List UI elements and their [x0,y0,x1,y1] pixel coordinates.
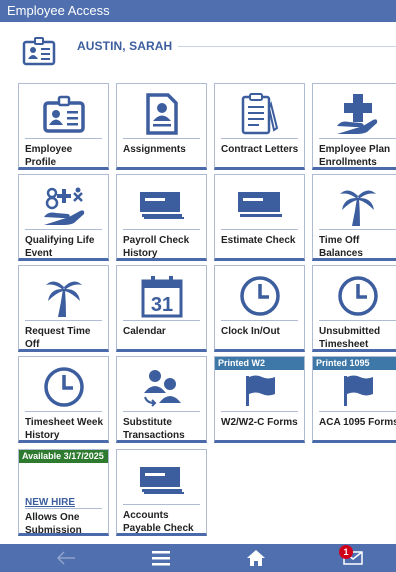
bottom-nav: 1 [0,544,396,572]
status-banner: Available 3/17/2025 [19,450,108,463]
header-rule [178,46,396,47]
tile-payroll-check-history[interactable]: Payroll Check History [116,174,207,261]
check-icon [215,181,304,229]
tile-aca-1095-forms[interactable]: Printed 1095 ACA 1095 Forms [312,356,396,443]
tile-label: Unsubmitted Timesheet Weeks [319,326,381,350]
calendar-day: 31 [150,294,172,316]
user-header: AUSTIN, SARAH [0,24,396,74]
tile-label: Calendar [123,326,166,337]
tile-label: Employee Profile [25,144,73,168]
flag-icon [215,371,304,411]
tile-request-time-off[interactable]: Request Time Off [18,265,109,352]
tile-label: Allows One Submission [25,512,82,536]
tile-label: Employee Plan Enrollments [319,144,391,168]
document-person-icon [117,90,206,138]
id-badge-icon [19,90,108,138]
clock-icon [215,272,304,320]
tile-label: Assignments [123,144,186,155]
user-name: AUSTIN, SARAH [77,39,173,53]
id-card-icon [22,36,56,66]
app-title-bar: Employee Access [0,0,396,22]
palm-tree-icon [313,181,396,229]
tile-contract-letters[interactable]: Contract Letters [214,83,305,170]
tile-estimate-check[interactable]: Estimate Check [214,174,305,261]
flag-icon [313,371,396,411]
tile-unsubmitted-timesheet-weeks[interactable]: Unsubmitted Timesheet Weeks [312,265,396,352]
tile-timesheet-week-history[interactable]: Timesheet Week History [18,356,109,443]
tile-new-hire[interactable]: Available 3/17/2025 NEW HIRE Allows One … [18,449,109,536]
tile-label: Contract Letters [221,144,299,155]
menu-icon[interactable] [149,548,173,568]
tile-label: Time Off Balances [319,235,363,259]
home-icon[interactable] [244,548,268,568]
tile-label: Request Time Off [25,326,91,350]
tile-employee-profile[interactable]: Employee Profile [18,83,109,170]
palm-tree-icon [19,272,108,320]
family-hand-icon [19,181,108,229]
new-hire-link[interactable]: NEW HIRE [25,497,75,508]
tile-label: Timesheet Week History [25,417,104,441]
clipboard-icon [215,90,304,138]
tile-label: Substitute Transactions [123,417,185,441]
clock-icon [313,272,396,320]
tile-w2-forms[interactable]: Printed W2 W2/W2-C Forms [214,356,305,443]
app-title: Employee Access [7,3,110,18]
tile-substitute-transactions[interactable]: Substitute Transactions [116,356,207,443]
back-arrow-icon[interactable] [54,548,78,568]
tile-time-off-balances[interactable]: Time Off Balances [312,174,396,261]
tile-calendar[interactable]: 31 Calendar [116,265,207,352]
tile-label: Qualifying Life Event [25,235,95,259]
clock-icon [19,363,108,411]
tile-clock-in-out[interactable]: Clock In/Out [214,265,305,352]
checks-icon [117,456,206,504]
people-swap-icon [117,363,206,411]
tile-label: Estimate Check [221,235,296,246]
status-banner: Printed 1095 [313,357,396,370]
tile-label: Accounts Payable Check History [123,510,194,534]
tile-label: Clock In/Out [221,326,280,337]
tile-accounts-payable-check-history[interactable]: Accounts Payable Check History [116,449,207,536]
tile-label: W2/W2-C Forms [221,417,298,428]
hand-medical-cross-icon [313,90,396,138]
calendar-icon: 31 [117,272,206,320]
checks-icon [117,181,206,229]
tile-employee-plan-enrollments[interactable]: Employee Plan Enrollments [312,83,396,170]
status-banner: Printed W2 [215,357,304,370]
tile-label: ACA 1095 Forms [319,417,396,428]
mail-badge: 1 [339,545,353,559]
tile-assignments[interactable]: Assignments [116,83,207,170]
tile-label: Payroll Check History [123,235,190,259]
tile-qualifying-life-event[interactable]: Qualifying Life Event [18,174,109,261]
